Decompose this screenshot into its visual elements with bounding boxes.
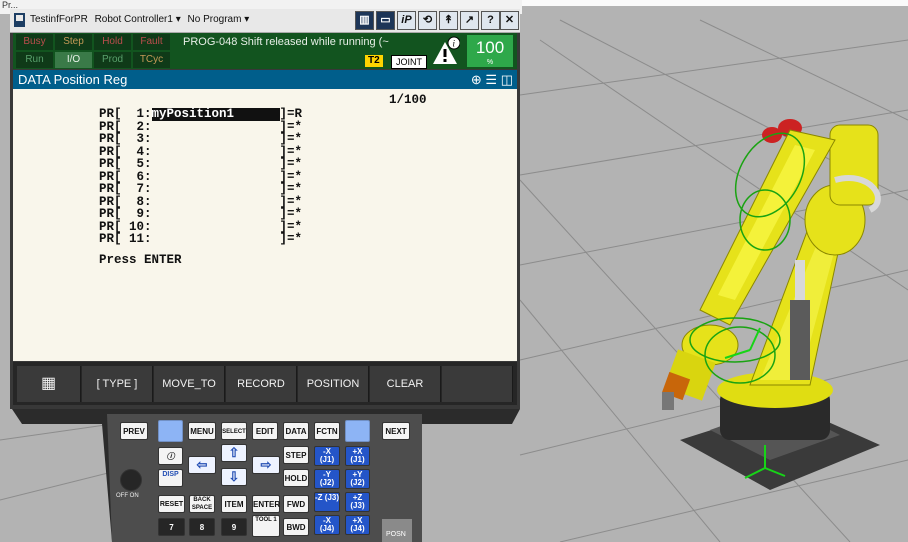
header-icons: ⊕ ☰ ◫ <box>471 72 513 88</box>
coord-badge: JOINT <box>391 55 427 69</box>
status-hold: Hold <box>94 34 131 50</box>
up-arrow-key[interactable]: ⇧ <box>221 444 247 462</box>
alarm-info-icon[interactable]: i <box>430 36 460 66</box>
help-icon[interactable]: ? <box>481 11 500 30</box>
off-on-label: OFF ON <box>116 493 139 499</box>
pin-icon[interactable]: ↟ <box>439 11 458 30</box>
grid-icon: ▦ <box>40 375 57 392</box>
override-indicator[interactable]: 100 % <box>467 35 513 67</box>
jog-minus-z-j3-key[interactable]: -Z (J3) <box>314 492 340 512</box>
pendant-keypad: PREV MENU SELECT EDIT DATA FCTN NEXT ⓘ D… <box>12 409 520 542</box>
keyboard-icon[interactable]: ▭ <box>376 11 395 30</box>
hold-key[interactable]: HOLD <box>283 469 309 487</box>
enter-key[interactable]: ENTER <box>252 495 280 513</box>
refresh-icon[interactable]: ⟲ <box>418 11 437 30</box>
status-busy: Busy <box>16 34 53 50</box>
backspace-key[interactable]: BACK SPACE <box>189 495 215 513</box>
host-window-strip <box>520 0 908 6</box>
next-page-button[interactable] <box>442 366 513 402</box>
jog-plus-x-j4-key[interactable]: +X (J4) <box>345 515 370 535</box>
select-key[interactable]: SELECT <box>221 422 247 440</box>
menu-icon[interactable]: ☰ <box>485 72 497 87</box>
pr-index: PR[ 11: <box>99 232 152 246</box>
teach-pendant-window: TestinfForPR Robot Controller1 ▾ No Prog… <box>10 9 520 409</box>
override-unit: % <box>486 59 494 66</box>
f-key-right[interactable] <box>345 420 370 442</box>
f5-clear-button[interactable]: CLEAR <box>370 366 441 402</box>
deadman-switch-icon[interactable] <box>120 469 142 491</box>
jog-minus-x-j1-key[interactable]: -X (J1) <box>314 446 340 466</box>
f1-type-button[interactable]: [ TYPE ] <box>82 366 153 402</box>
f3-record-button[interactable]: RECORD <box>226 366 297 402</box>
key-9[interactable]: 9 <box>221 518 247 536</box>
status-fault: Fault <box>133 34 170 50</box>
right-arrow-key[interactable]: ⇨ <box>252 456 280 474</box>
title-text: TestinfForPR Robot Controller1 ▾ No Prog… <box>30 14 253 25</box>
key-7[interactable]: 7 <box>158 518 185 536</box>
robot-controller-dropdown[interactable]: Robot Controller1 ▾ <box>95 14 181 25</box>
function-key-bar: ▦ [ TYPE ] MOVE_TO RECORD POSITION CLEAR <box>13 362 517 405</box>
pr-row[interactable]: PR[ 11: ]=* <box>99 233 302 246</box>
data-key[interactable]: DATA <box>283 422 309 440</box>
tool1-key[interactable]: TOOL 1 <box>252 515 280 537</box>
f4-position-button[interactable]: POSITION <box>298 366 369 402</box>
disp-key[interactable]: DISP <box>158 469 183 487</box>
fctn-key[interactable]: FCTN <box>314 422 340 440</box>
key-8[interactable]: 8 <box>189 518 215 536</box>
menu-grid-button[interactable]: ▦ <box>17 366 81 402</box>
edit-key[interactable]: EDIT <box>252 422 278 440</box>
status-run: Run <box>16 52 53 68</box>
status-tcyc: TCyc <box>133 52 170 68</box>
status-bar: Busy Step Hold Fault Run I/O Prod TCyc P… <box>13 33 517 69</box>
reset-key[interactable]: RESET <box>158 495 185 513</box>
override-value: 100 <box>475 38 505 57</box>
robot-model <box>661 119 881 490</box>
menu-key[interactable]: MENU <box>188 422 216 440</box>
left-arrow-key[interactable]: ⇦ <box>188 456 216 474</box>
position-register-list: 1/100 PR[ 1:myPosition1]=R PR[ 2:]=* PR[ 3… <box>13 89 517 361</box>
program-dropdown[interactable]: No Program ▾ <box>188 14 250 25</box>
mode-badge: T2 <box>365 55 383 67</box>
screen-header: DATA Position Reg ⊕ ☰ ◫ <box>13 70 517 89</box>
prev-key[interactable]: PREV <box>120 422 148 440</box>
zoom-icon[interactable]: ⊕ <box>471 72 482 87</box>
jog-minus-y-j2-key[interactable]: -Y (J2) <box>314 469 340 489</box>
pr-comment[interactable]: myPosition1 <box>151 108 280 121</box>
fwd-key[interactable]: FWD <box>283 495 309 513</box>
f-key-left[interactable] <box>158 420 183 442</box>
close-icon[interactable]: ✕ <box>500 11 519 30</box>
trash-icon[interactable]: ▥ <box>355 11 374 30</box>
info-key[interactable]: ⓘ <box>158 447 183 465</box>
page-indicator: 1/100 <box>389 93 427 107</box>
split-icon[interactable]: ◫ <box>501 72 513 87</box>
next-key[interactable]: NEXT <box>382 422 410 440</box>
ip-icon[interactable]: iP <box>397 11 416 30</box>
bwd-key[interactable]: BWD <box>283 518 309 536</box>
posn-key[interactable]: POSN <box>386 531 406 538</box>
jog-plus-x-j1-key[interactable]: +X (J1) <box>345 446 370 466</box>
prompt-text: Press ENTER <box>99 253 182 267</box>
status-prod: Prod <box>94 52 131 68</box>
f2-move-to-button[interactable]: MOVE_TO <box>154 366 225 402</box>
jog-plus-y-j2-key[interactable]: +Y (J2) <box>345 469 370 489</box>
jog-plus-z-j3-key[interactable]: +Z (J3) <box>345 492 370 512</box>
pendant-titlebar: TestinfForPR Robot Controller1 ▾ No Prog… <box>10 9 520 33</box>
down-arrow-key[interactable]: ⇩ <box>221 468 247 486</box>
pr-value: ]=* <box>279 232 303 246</box>
screen-title: DATA Position Reg <box>18 72 128 87</box>
alarm-message: PROG-048 Shift released while running (~ <box>183 36 389 48</box>
status-io: I/O <box>55 52 92 68</box>
app-icon <box>14 13 25 27</box>
step-key[interactable]: STEP <box>283 446 309 464</box>
jog-minus-x-j4-key[interactable]: -X (J4) <box>314 515 340 535</box>
title-workcell: TestinfForPR <box>30 14 88 25</box>
item-key[interactable]: ITEM <box>221 495 247 513</box>
status-step: Step <box>55 34 92 50</box>
edit-icon[interactable]: ↗ <box>460 11 479 30</box>
pr-rows: PR[ 1:myPosition1]=R PR[ 2:]=* PR[ 3:]=* PR… <box>99 108 302 246</box>
